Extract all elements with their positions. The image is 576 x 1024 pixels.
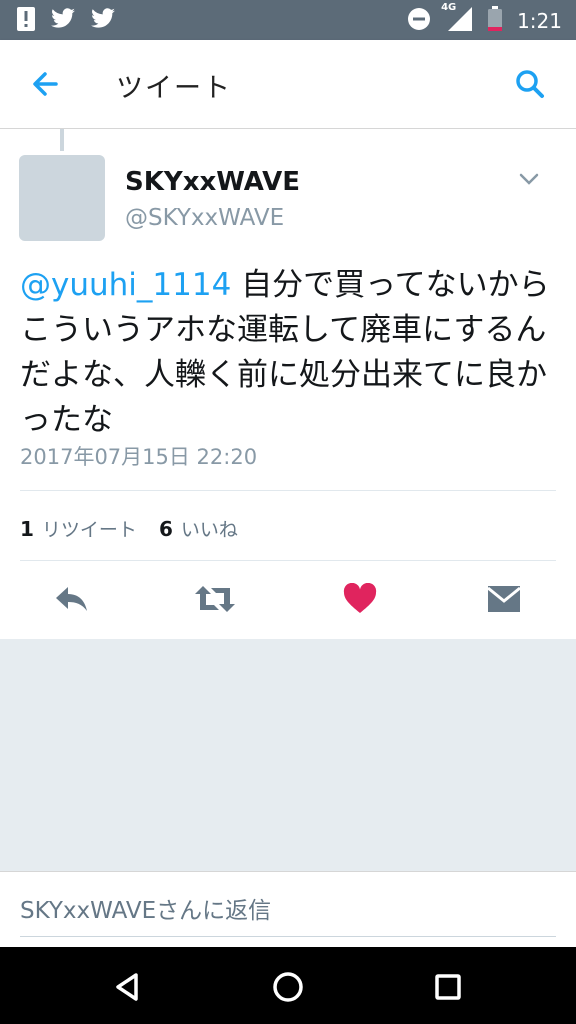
direct-message-button[interactable] bbox=[482, 579, 526, 619]
display-name[interactable]: SKYxxWAVE bbox=[125, 167, 300, 197]
tweet-detail: SKYxxWAVE @SKYxxWAVE @yuuhi_1114 自分で買ってな… bbox=[0, 129, 576, 639]
reply-icon bbox=[56, 587, 87, 611]
signal-icon: 4G bbox=[441, 2, 473, 36]
page-title: ツイート bbox=[116, 73, 232, 104]
like-count[interactable]: 6 bbox=[159, 517, 173, 541]
reply-button[interactable] bbox=[50, 579, 94, 619]
back-button[interactable] bbox=[26, 64, 66, 104]
alert-icon bbox=[16, 6, 36, 36]
twitter-bird-icon bbox=[50, 8, 76, 34]
avatar[interactable] bbox=[19, 155, 105, 241]
circle-home-icon bbox=[273, 972, 303, 1002]
chevron-down-icon bbox=[519, 173, 539, 185]
user-handle[interactable]: @SKYxxWAVE bbox=[125, 205, 284, 231]
thread-line bbox=[60, 129, 64, 151]
tweet-timestamp: 2017年07月15日 22:20 bbox=[20, 445, 258, 469]
tweet-menu-button[interactable] bbox=[518, 171, 540, 187]
do-not-disturb-icon bbox=[407, 7, 431, 35]
retweet-count[interactable]: 1 bbox=[20, 517, 34, 541]
retweet-icon bbox=[195, 586, 235, 612]
tweet-stats: 1 リツイート 6 いいね bbox=[20, 515, 260, 542]
divider bbox=[20, 560, 556, 561]
retweet-button[interactable] bbox=[193, 579, 237, 619]
app-bar: ツイート bbox=[0, 40, 576, 129]
system-nav-bar bbox=[0, 947, 576, 1024]
triangle-back-icon bbox=[116, 973, 138, 1001]
reply-input[interactable] bbox=[20, 886, 556, 937]
divider bbox=[20, 490, 556, 491]
tweet-actions bbox=[0, 569, 576, 633]
search-icon bbox=[516, 70, 544, 98]
network-type: 4G bbox=[441, 2, 457, 13]
nav-home-button[interactable] bbox=[268, 967, 308, 1007]
like-button[interactable] bbox=[338, 579, 382, 619]
status-bar: 4G 1:21 bbox=[0, 0, 576, 40]
like-label[interactable]: いいね bbox=[181, 515, 238, 542]
clock: 1:21 bbox=[517, 9, 562, 33]
search-button[interactable] bbox=[510, 64, 550, 104]
twitter-bird-icon bbox=[90, 8, 116, 34]
nav-recents-button[interactable] bbox=[428, 967, 468, 1007]
retweet-label[interactable]: リツイート bbox=[42, 515, 137, 542]
tweet-text: @yuuhi_1114 自分で買ってないからこういうアホな運転して廃車にするんだ… bbox=[20, 263, 560, 443]
message-icon bbox=[487, 586, 521, 612]
mention-link[interactable]: @yuuhi_1114 bbox=[20, 267, 231, 303]
reply-bar bbox=[0, 871, 576, 948]
battery-icon bbox=[487, 6, 503, 36]
square-recents-icon bbox=[435, 974, 461, 1000]
arrow-left-icon bbox=[33, 72, 58, 96]
heart-icon bbox=[343, 583, 377, 613]
nav-back-button[interactable] bbox=[108, 967, 148, 1007]
